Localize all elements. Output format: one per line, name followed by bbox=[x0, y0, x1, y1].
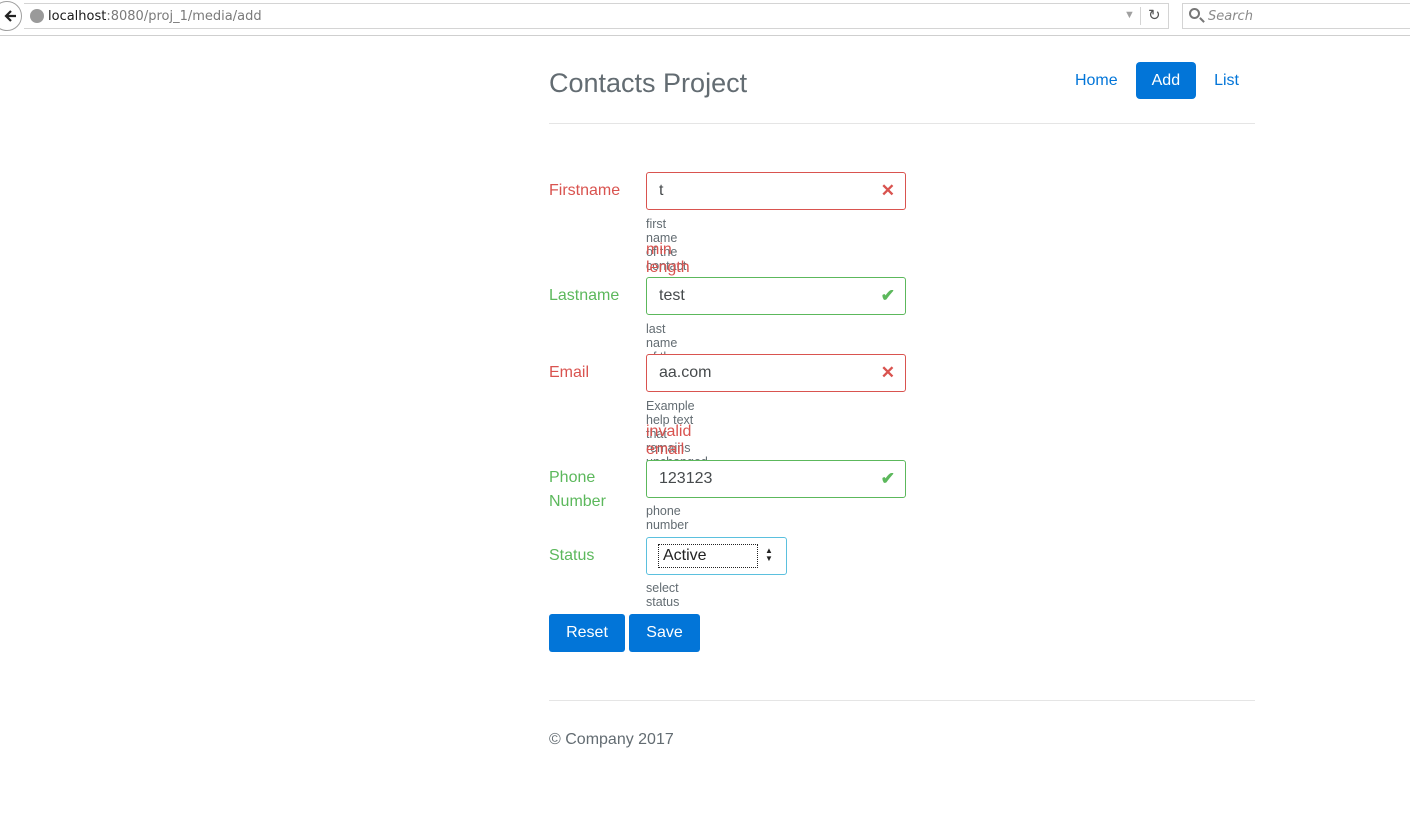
status-help: select status bbox=[646, 581, 680, 609]
error-x-icon: ✕ bbox=[880, 181, 895, 200]
url-host: localhost bbox=[48, 9, 107, 24]
firstname-input[interactable]: t ✕ bbox=[646, 172, 906, 210]
lastname-value: test bbox=[659, 287, 685, 304]
check-icon: ✔ bbox=[880, 286, 895, 305]
save-button[interactable]: Save bbox=[629, 614, 700, 652]
divider bbox=[1140, 7, 1141, 25]
reload-icon[interactable]: ↻ bbox=[1148, 6, 1161, 24]
phone-input[interactable]: 123123 ✔ bbox=[646, 460, 906, 498]
lastname-input[interactable]: test ✔ bbox=[646, 277, 906, 315]
page-footer: © Company 2017 bbox=[549, 700, 1255, 748]
search-bar[interactable]: Search bbox=[1182, 3, 1410, 29]
reset-button[interactable]: Reset bbox=[549, 614, 625, 652]
error-x-icon: ✕ bbox=[880, 363, 895, 382]
status-value: Active bbox=[663, 547, 707, 564]
phone-value: 123123 bbox=[659, 470, 713, 487]
page-header: Contacts Project Home Add List bbox=[549, 62, 1255, 124]
phone-help: phone number bbox=[646, 504, 689, 532]
email-label: Email bbox=[549, 364, 590, 381]
nav-menu: Home Add List bbox=[1057, 62, 1255, 99]
search-placeholder: Search bbox=[1208, 9, 1253, 24]
check-icon: ✔ bbox=[880, 469, 895, 488]
search-icon bbox=[1189, 8, 1200, 19]
firstname-value: t bbox=[659, 182, 664, 199]
email-input[interactable]: aa.com ✕ bbox=[646, 354, 906, 392]
status-label: Status bbox=[549, 547, 595, 564]
select-focus-ring: Active bbox=[658, 544, 758, 568]
lastname-label: Lastname bbox=[549, 287, 620, 304]
back-arrow-icon bbox=[4, 10, 16, 22]
address-bar[interactable]: localhost:8080/proj_1/media/add ▼ ↻ bbox=[24, 3, 1169, 29]
history-dropdown-icon[interactable]: ▼ bbox=[1124, 9, 1135, 21]
url-text: localhost:8080/proj_1/media/add bbox=[48, 9, 262, 24]
nav-add[interactable]: Add bbox=[1135, 62, 1197, 99]
browser-toolbar: localhost:8080/proj_1/media/add ▼ ↻ Sear… bbox=[0, 0, 1410, 36]
copyright-text: © Company 2017 bbox=[549, 731, 674, 748]
email-value: aa.com bbox=[659, 364, 712, 381]
brand-title: Contacts Project bbox=[549, 68, 748, 98]
select-arrows-icon: ▲ ▼ bbox=[765, 546, 773, 563]
url-path: :8080/proj_1/media/add bbox=[106, 9, 262, 24]
nav-list[interactable]: List bbox=[1198, 62, 1255, 99]
nav-home[interactable]: Home bbox=[1059, 62, 1134, 99]
phone-label: Phone Number bbox=[549, 469, 606, 510]
back-button[interactable] bbox=[0, 1, 22, 31]
globe-icon bbox=[30, 9, 44, 23]
firstname-label: Firstname bbox=[549, 182, 621, 199]
status-select[interactable]: Active ▲ ▼ bbox=[646, 537, 787, 575]
